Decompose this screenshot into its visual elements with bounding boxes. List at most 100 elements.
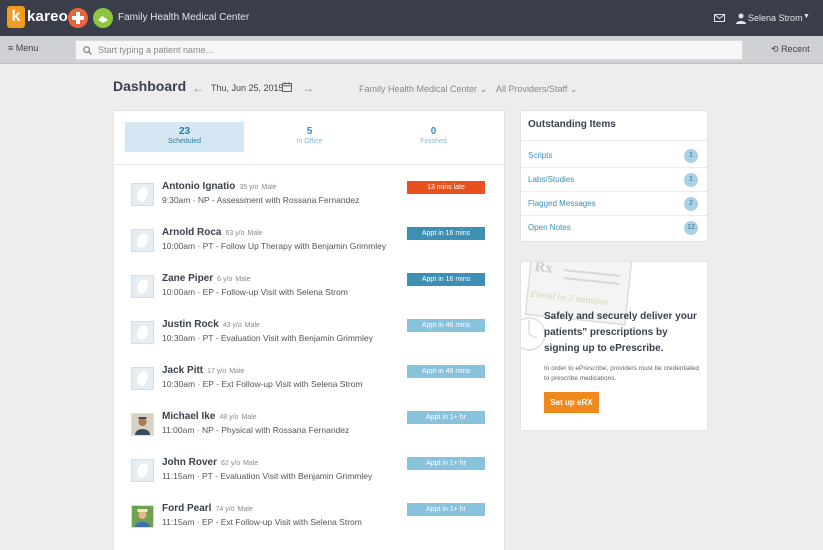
avatar: [131, 183, 154, 206]
previous-day-arrow-icon[interactable]: ←: [192, 81, 204, 95]
outstanding-items-panel: Outstanding Items Scripts 1 Labs/Studies…: [520, 110, 708, 242]
patient-name[interactable]: Antonio Ignatio 35 y/o Male: [162, 181, 277, 192]
patient-age: 35 y/o: [239, 184, 259, 191]
appointment-row[interactable]: Jack Pitt 17 y/o Male 10:30am · EP - Ext F…: [114, 365, 504, 413]
patient-name[interactable]: Michael Ike 48 y/o Male: [162, 411, 257, 422]
appointment-row[interactable]: Antonio Ignatio 35 y/o Male 9:30am · NP - …: [114, 181, 504, 229]
appointment-details: 11:15am · PT - Evaluation Visit with Ben…: [162, 471, 373, 481]
outstanding-item-scripts[interactable]: Scripts 1: [521, 144, 707, 168]
practice-app-icon[interactable]: [93, 8, 113, 28]
health-app-icon[interactable]: [68, 8, 88, 28]
appointment-details: 11:00am · NP - Physical with Rossana Fer…: [162, 425, 350, 435]
appointment-details: 10:30am · EP - Ext Follow-up Visit with …: [162, 379, 363, 389]
providers-dropdown[interactable]: All Providers/Staff ⌄: [496, 84, 577, 95]
tab-label: Finished: [420, 138, 447, 145]
outstanding-item-flagged-messages[interactable]: Flagged Messages 2: [521, 192, 707, 216]
patient-sex: Male: [247, 230, 263, 237]
appointments-panel: 23 Scheduled 5 In Office 0 Finished Anto…: [113, 110, 505, 550]
patient-age: 74 y/o: [215, 506, 235, 513]
appointment-details: 10:30am · PT - Evaluation Visit with Ben…: [162, 333, 373, 343]
appointment-row[interactable]: Ford Pearl 74 y/o Male 11:15am · EP - Ext …: [114, 503, 504, 550]
avatar: [131, 413, 154, 436]
patient-age: 6 y/o: [217, 276, 233, 283]
user-menu[interactable]: Selena Strom: [748, 13, 803, 23]
avatar: [131, 321, 154, 344]
tab-label: In Office: [296, 138, 323, 145]
patient-sex: Male: [261, 184, 277, 191]
search-bar-row: ≡ Menu ⟲ Recent: [0, 36, 823, 64]
patient-sex: Male: [229, 368, 245, 375]
status-badge: Appt in 46 mins: [407, 365, 485, 378]
status-badge: Appt in 1+ hr: [407, 503, 485, 516]
divider: [521, 140, 707, 141]
current-date[interactable]: Thu, Jun 25, 2015: [211, 83, 284, 93]
patient-sex: Male: [243, 460, 259, 467]
menu-label: Menu: [15, 43, 39, 53]
patient-search-input[interactable]: [98, 43, 728, 57]
history-icon: ⟲: [771, 44, 779, 54]
user-icon[interactable]: [736, 13, 746, 24]
tab-finished[interactable]: 0 Finished: [374, 122, 493, 152]
patient-name[interactable]: Jack Pitt 17 y/o Male: [162, 365, 244, 376]
caret-down-icon[interactable]: ▼: [803, 13, 810, 20]
hamburger-icon: ≡: [8, 43, 14, 53]
appointment-details: 10:00am · PT - Follow Up Therapy with Be…: [162, 241, 387, 251]
outstanding-title: Outstanding Items: [528, 119, 616, 130]
outstanding-item-open-notes[interactable]: Open Notes 12: [521, 216, 707, 240]
avatar: [131, 367, 154, 390]
status-badge: Appt in 1+ hr: [407, 411, 485, 424]
tab-scheduled[interactable]: 23 Scheduled: [125, 122, 244, 152]
kareo-logo-text[interactable]: kareo: [27, 8, 68, 25]
divider: [114, 164, 504, 165]
patient-sex: Male: [241, 414, 257, 421]
practice-name[interactable]: Family Health Medical Center: [118, 12, 249, 23]
patient-name[interactable]: John Rover 62 y/o Male: [162, 457, 258, 468]
search-icon: [83, 46, 92, 55]
patient-age: 17 y/o: [207, 368, 227, 375]
patient-age: 63 y/o: [225, 230, 245, 237]
patient-age: 48 y/o: [219, 414, 239, 421]
outstanding-item-label: Scripts: [528, 151, 553, 160]
eprescribe-promo-panel: Rx Enroll in 3 minutes Safely and secure…: [520, 261, 708, 431]
outstanding-item-label: Flagged Messages: [528, 199, 596, 208]
patient-name[interactable]: Justin Rock 43 y/o Male: [162, 319, 260, 330]
status-badge: 13 mins late: [407, 181, 485, 194]
mail-icon[interactable]: [714, 14, 725, 22]
facility-dropdown[interactable]: Family Health Medical Center ⌄: [359, 84, 487, 95]
avatar: [131, 229, 154, 252]
appointment-row[interactable]: Arnold Roca 63 y/o Male 10:00am · PT - Fol…: [114, 227, 504, 275]
patient-name[interactable]: Ford Pearl 74 y/o Male: [162, 503, 253, 514]
outstanding-item-label: Labs/Studies: [528, 175, 575, 184]
patient-age: 43 y/o: [222, 322, 242, 329]
top-navigation-bar: k kareo Family Health Medical Center Sel…: [0, 0, 823, 36]
recent-button[interactable]: ⟲ Recent: [771, 44, 810, 55]
outstanding-item-label: Open Notes: [528, 223, 571, 232]
tab-count: 5: [306, 126, 313, 137]
avatar: [131, 275, 154, 298]
recent-label: Recent: [781, 44, 810, 54]
patient-search-box[interactable]: [75, 40, 743, 60]
kareo-logo-icon[interactable]: k: [7, 6, 25, 28]
setup-erx-button[interactable]: Set up eRX: [544, 392, 599, 413]
patient-sex: Male: [244, 322, 260, 329]
outstanding-item-labs-studies[interactable]: Labs/Studies 1: [521, 168, 707, 192]
calendar-icon[interactable]: [282, 82, 292, 92]
patient-name[interactable]: Zane Piper 6 y/o Male: [162, 273, 251, 284]
facility-value: Family Health Medical Center: [359, 84, 478, 94]
avatar: [131, 459, 154, 482]
appointment-row[interactable]: John Rover 62 y/o Male 11:15am · PT - Eval…: [114, 457, 504, 505]
appointment-row[interactable]: Michael Ike 48 y/o Male 11:00am · NP - Phy…: [114, 411, 504, 459]
promo-heading: Safely and securely deliver your patient…: [544, 311, 697, 354]
menu-button[interactable]: ≡ Menu: [8, 43, 38, 53]
tab-label: Scheduled: [167, 138, 202, 145]
promo-body: In order to ePrescribe, providers must b…: [544, 365, 699, 382]
status-badge: Appt in 16 mins: [407, 227, 485, 240]
page-title: Dashboard: [113, 78, 187, 94]
appointment-row[interactable]: Zane Piper 6 y/o Male 10:00am · EP - Follo…: [114, 273, 504, 321]
status-badge: Appt in 1+ hr: [407, 457, 485, 470]
patient-sex: Male: [237, 506, 253, 513]
next-day-arrow-icon[interactable]: →: [302, 81, 314, 95]
appointment-row[interactable]: Justin Rock 43 y/o Male 10:30am · PT - Eva…: [114, 319, 504, 367]
tab-in-office[interactable]: 5 In Office: [250, 122, 369, 152]
patient-name[interactable]: Arnold Roca 63 y/o Male: [162, 227, 263, 238]
